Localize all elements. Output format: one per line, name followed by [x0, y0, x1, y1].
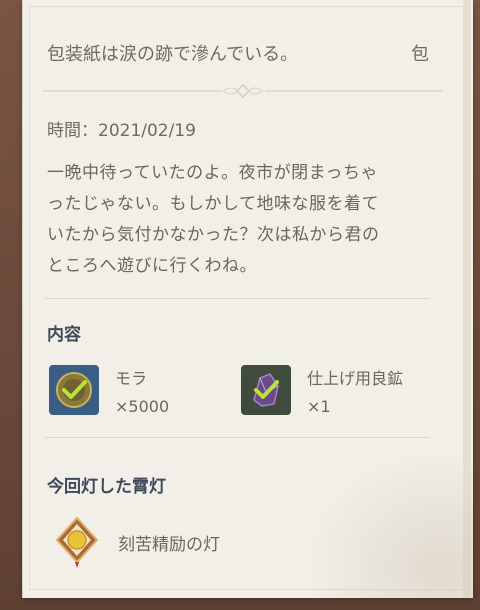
attachment-quantity: ×5000 [115, 397, 170, 416]
mail-body-line: 一晩中待っていたのよ。夜市が閉まっちゃ [47, 163, 378, 183]
mail-body-line: ところへ遊びに行くわね。 [47, 256, 257, 276]
scrollbar-track[interactable] [463, 0, 471, 598]
mail-body: 一晩中待っていたのよ。夜市が閉まっちゃ ったじゃない。もしかして地味な服を着て … [47, 158, 429, 282]
mail-letter: 包装紙は涙の跡で滲んでいる。 包 時間：2021/02/19 一晩中待っていたの… [22, 0, 473, 598]
mail-subject-overflow: 包 [411, 44, 429, 65]
mail-body-line: いたから気付かなかった？次は私から君の [47, 225, 380, 245]
ornament-divider [43, 84, 443, 98]
lantern-icon [55, 516, 99, 568]
mail-date: 時間：2021/02/19 [47, 116, 196, 141]
mora-coin-icon [49, 365, 99, 415]
attachment-quantity: ×1 [307, 397, 331, 416]
date-value: 2021/02/19 [98, 121, 196, 141]
mail-subject: 包装紙は涙の跡で滲んでいる。 [47, 44, 299, 65]
attachment-item-ore[interactable]: 仕上げ用良鉱 ×1 [241, 365, 403, 421]
attachment-item-mora[interactable]: モラ ×5000 [49, 365, 169, 421]
mail-body-line: ったじゃない。もしかして地味な服を着て [47, 194, 379, 214]
attachment-name: モラ [115, 369, 148, 388]
section-divider [45, 437, 430, 438]
lantern-section-title: 今回灯した霄灯 [47, 477, 166, 497]
fine-enhancement-ore-icon [241, 365, 291, 415]
lantern-name: 刻苦精励の灯 [118, 535, 220, 555]
attachment-name: 仕上げ用良鉱 [307, 369, 404, 388]
section-divider [45, 298, 430, 299]
contents-title: 内容 [47, 325, 81, 345]
date-label: 時間： [47, 121, 98, 141]
